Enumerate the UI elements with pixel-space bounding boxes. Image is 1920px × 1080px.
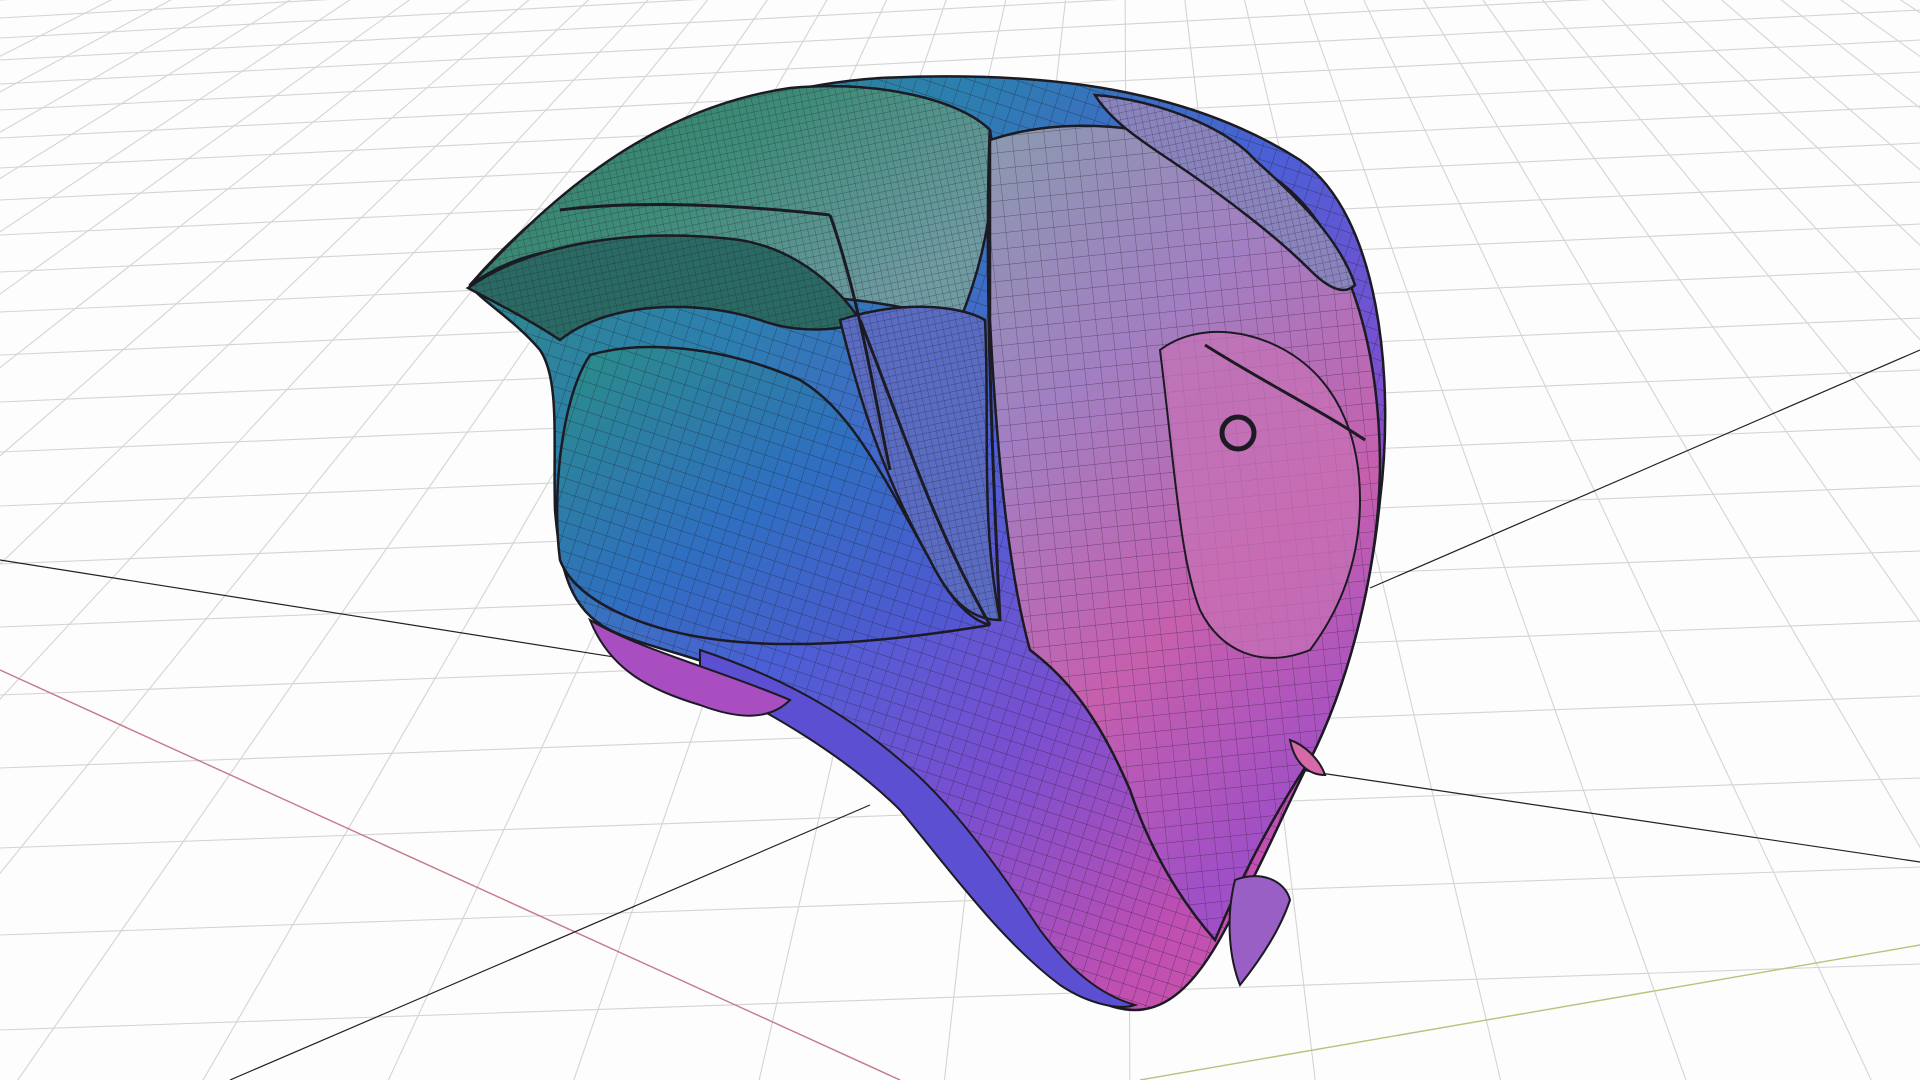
x-axis-line <box>0 669 901 1080</box>
viewport-canvas <box>0 0 1920 1080</box>
grid-line-h <box>0 0 1118 61</box>
grid-line-h <box>0 0 1592 85</box>
grid-line-v <box>1840 0 1920 58</box>
grid-line-v <box>1601 0 1920 341</box>
grid-line-v <box>1661 0 1920 247</box>
grid-line-v <box>1895 0 1920 1080</box>
grid-line-v <box>0 0 113 57</box>
grid-line-v <box>0 0 411 295</box>
grid-line-v <box>0 0 292 180</box>
helmet-mesh[interactable] <box>465 75 1387 1012</box>
grid-line-v <box>0 0 232 133</box>
grid-line-h <box>0 963 1920 1031</box>
guide-line-back <box>1369 349 1920 589</box>
grid-line-v <box>1720 0 1920 171</box>
grid-line-v <box>0 0 351 233</box>
guide-line-front <box>229 804 871 1080</box>
grid-line-v <box>1899 0 1920 14</box>
helmet-chin-vent <box>1228 875 1292 987</box>
grid-line-v <box>1780 0 1920 109</box>
grid-line-v <box>0 0 470 369</box>
grid-line-h <box>0 0 330 19</box>
grid-line-v <box>1422 0 1920 849</box>
guide-line-right <box>1299 769 1920 863</box>
3d-viewport[interactable] <box>0 0 1920 1080</box>
grid-line-v <box>0 0 590 565</box>
grid-line-v <box>1542 0 1920 462</box>
y-axis-line <box>1139 944 1920 1080</box>
grid-line-v <box>1363 0 1872 1080</box>
